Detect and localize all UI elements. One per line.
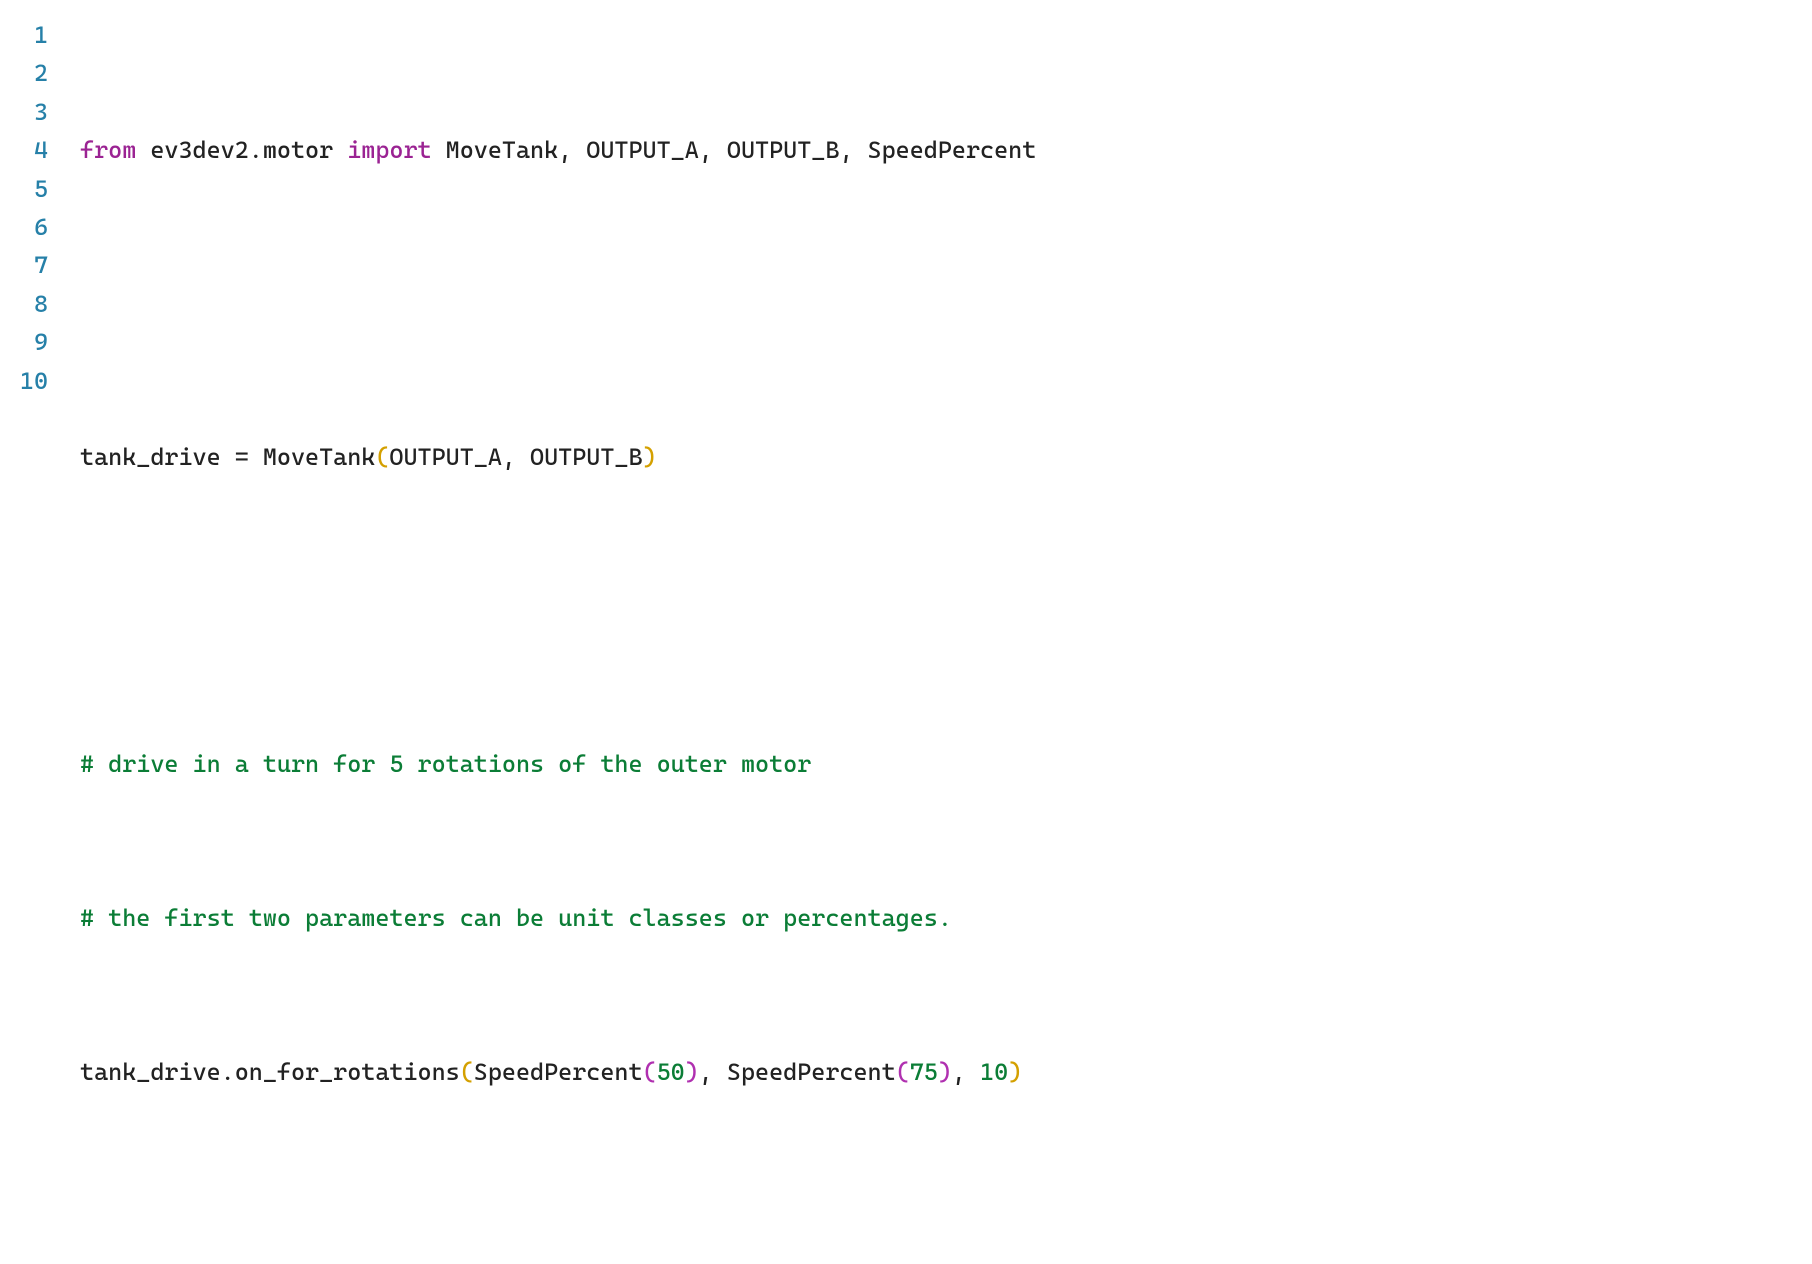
close-paren-outer: ) bbox=[1008, 1058, 1022, 1086]
code-line-7: tank_drive.on_for_rotations(SpeedPercent… bbox=[80, 1053, 1036, 1091]
code-line-1: from ev3dev2.motor import MoveTank, OUTP… bbox=[80, 131, 1036, 169]
call-name: SpeedPercent bbox=[727, 1058, 896, 1086]
code-line-6: # the first two parameters can be unit c… bbox=[80, 899, 1036, 937]
line-number: 9 bbox=[8, 323, 48, 361]
number-literal: 50 bbox=[657, 1058, 685, 1086]
line-number: 5 bbox=[8, 170, 48, 208]
close-paren-inner: ) bbox=[938, 1058, 952, 1086]
number-literal: 10 bbox=[980, 1058, 1008, 1086]
variable-name: tank_drive bbox=[80, 443, 221, 471]
separator: , bbox=[699, 1058, 727, 1086]
call-args: OUTPUT_A, OUTPUT_B bbox=[389, 443, 642, 471]
code-content: from ev3dev2.motor import MoveTank, OUTP… bbox=[80, 16, 1036, 1264]
open-paren-inner: ( bbox=[643, 1058, 657, 1086]
code-line-4 bbox=[80, 592, 1036, 630]
code-line-2 bbox=[80, 285, 1036, 323]
line-number: 8 bbox=[8, 285, 48, 323]
code-block: 1 2 3 4 5 6 7 8 9 10 from ev3dev2.motor … bbox=[8, 16, 1804, 1264]
line-number: 7 bbox=[8, 246, 48, 284]
line-number: 3 bbox=[8, 93, 48, 131]
line-number-gutter: 1 2 3 4 5 6 7 8 9 10 bbox=[8, 16, 80, 1264]
line-number: 4 bbox=[8, 131, 48, 169]
open-paren-inner: ( bbox=[896, 1058, 910, 1086]
close-paren-inner: ) bbox=[685, 1058, 699, 1086]
import-names: MoveTank, OUTPUT_A, OUTPUT_B, SpeedPerce… bbox=[446, 136, 1037, 164]
keyword-import: import bbox=[347, 136, 431, 164]
code-line-3: tank_drive = MoveTank(OUTPUT_A, OUTPUT_B… bbox=[80, 438, 1036, 476]
call-name: MoveTank bbox=[263, 443, 376, 471]
line-number: 2 bbox=[8, 54, 48, 92]
open-paren: ( bbox=[375, 443, 389, 471]
comment: # the first two parameters can be unit c… bbox=[80, 904, 952, 932]
line-number: 1 bbox=[8, 16, 48, 54]
keyword-from: from bbox=[80, 136, 136, 164]
method-call: tank_drive.on_for_rotations bbox=[80, 1058, 460, 1086]
module-name: ev3dev2.motor bbox=[150, 136, 333, 164]
assignment-operator: = bbox=[221, 443, 263, 471]
open-paren-outer: ( bbox=[460, 1058, 474, 1086]
module-name bbox=[136, 136, 150, 164]
separator: , bbox=[952, 1058, 980, 1086]
line-number: 10 bbox=[8, 362, 48, 400]
code-line-5: # drive in a turn for 5 rotations of the… bbox=[80, 745, 1036, 783]
close-paren: ) bbox=[643, 443, 657, 471]
comment: # drive in a turn for 5 rotations of the… bbox=[80, 750, 811, 778]
line-number: 6 bbox=[8, 208, 48, 246]
call-name: SpeedPercent bbox=[474, 1058, 643, 1086]
number-literal: 75 bbox=[910, 1058, 938, 1086]
code-line-8 bbox=[80, 1206, 1036, 1244]
